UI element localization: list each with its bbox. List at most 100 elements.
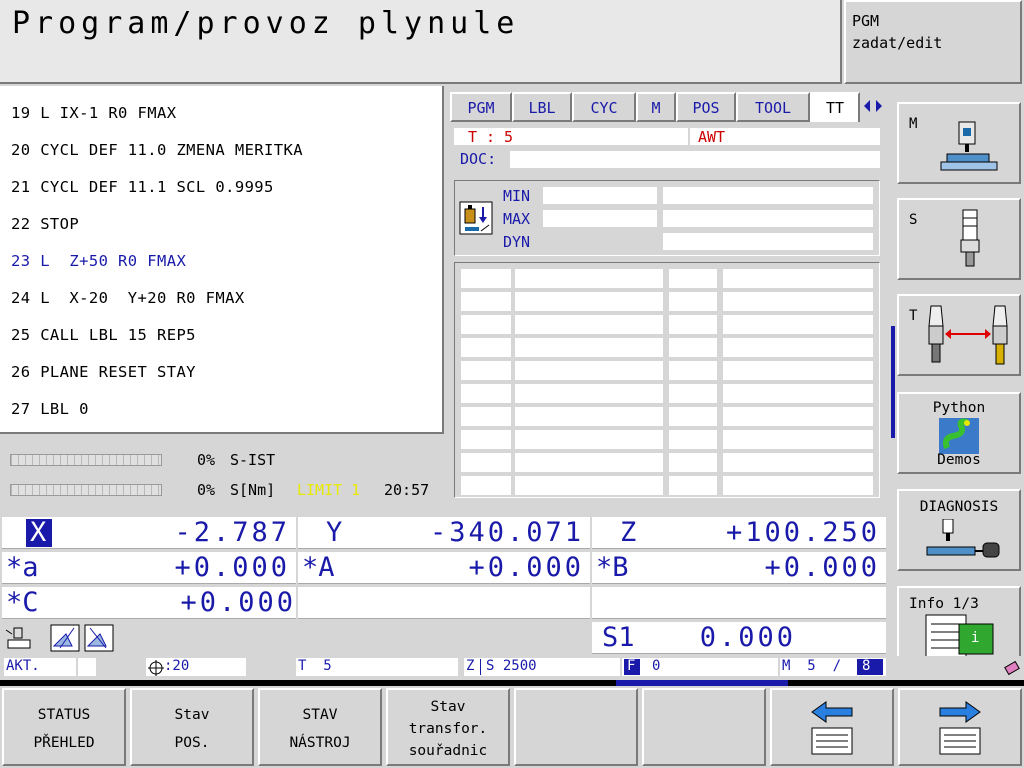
softkey-python-demos[interactable]: Python Demos xyxy=(897,392,1021,474)
softkey-status-tool[interactable]: STAV NÁSTROJ xyxy=(258,688,382,766)
spindle-s1: S1 0.000 xyxy=(592,622,886,654)
softkey-page-forward[interactable] xyxy=(898,688,1022,766)
s-nm-load-bar xyxy=(10,484,162,496)
table-cell xyxy=(461,269,511,288)
mode-line-2: zadat/edit xyxy=(852,34,943,52)
program-line-active[interactable]: 23 L Z+50 R0 FMAX xyxy=(11,252,186,270)
table-cell xyxy=(515,476,663,495)
position-display: X -2.787 Y -340.071 Z +100.250 *a +0.000… xyxy=(2,516,886,656)
program-line[interactable]: 25 CALL LBL 15 REP5 xyxy=(11,326,196,344)
s-ist-label: S-IST xyxy=(230,451,276,469)
axis-x: X -2.787 xyxy=(2,517,296,549)
mode-indicator[interactable]: PGM zadat/edit xyxy=(844,0,1022,84)
tab-pos[interactable]: POS xyxy=(676,92,736,122)
program-line[interactable]: 20 CYCL DEF 11.0 ZMENA MERITKA xyxy=(11,141,303,159)
table-cell xyxy=(461,292,511,311)
tilt-plane-icon xyxy=(50,624,80,652)
table-cell xyxy=(723,315,873,334)
softkey-empty-1[interactable] xyxy=(514,688,638,766)
tab-scroll-arrows-icon[interactable] xyxy=(862,98,884,114)
table-cell xyxy=(669,476,717,495)
machine-status-icon xyxy=(5,627,31,649)
table-cell xyxy=(723,269,873,288)
axis-a-value: +0.000 xyxy=(468,552,584,583)
table-cell xyxy=(515,315,663,334)
max-label: MAX xyxy=(503,210,531,228)
dyn-label: DYN xyxy=(503,233,531,251)
softkey-diagnosis[interactable]: DIAGNOSIS xyxy=(897,489,1021,571)
tool-axis: Z xyxy=(466,658,475,674)
softkey-s[interactable]: S xyxy=(897,198,1021,280)
tab-cyc[interactable]: CYC xyxy=(572,92,636,122)
table-cell xyxy=(669,315,717,334)
table-cell xyxy=(723,361,873,380)
diagnosis-label: DIAGNOSIS xyxy=(919,499,999,515)
info-label: Info 1/3 xyxy=(909,596,979,612)
softkey-status-transform[interactable]: Stav transfor. souřadnic xyxy=(386,688,510,766)
softkey-status-line2: PŘEHLED xyxy=(33,735,95,751)
page-forward-icon xyxy=(939,701,981,755)
axis-x-value: -2.787 xyxy=(174,517,290,548)
python-label: Python xyxy=(932,400,986,416)
program-line[interactable]: 22 STOP xyxy=(11,215,79,233)
tab-tool[interactable]: TOOL xyxy=(736,92,810,122)
softkey-s-label: S xyxy=(909,212,918,228)
program-line[interactable]: 26 PLANE RESET STAY xyxy=(11,363,196,381)
measurement-table xyxy=(454,262,880,498)
table-cell xyxy=(461,361,511,380)
axis-x-name: X xyxy=(30,517,47,548)
softkey-transform-line1: Stav xyxy=(430,699,466,715)
softkey-transform-line2: transfor. xyxy=(408,721,488,737)
softkey-pos-line2: POS. xyxy=(174,735,210,751)
table-cell xyxy=(461,315,511,334)
table-cell xyxy=(723,476,873,495)
table-cell xyxy=(669,338,717,357)
program-line[interactable]: 24 L X-20 Y+20 R0 FMAX xyxy=(11,289,245,307)
tool-change-icon xyxy=(928,305,1008,365)
network-status-icon xyxy=(1004,660,1020,676)
datum-icon xyxy=(148,660,164,676)
page-back-icon xyxy=(811,701,853,755)
table-cell xyxy=(669,453,717,472)
table-cell xyxy=(669,407,717,426)
axis-a-small: *a +0.000 xyxy=(2,552,296,584)
table-cell xyxy=(669,361,717,380)
datum-number: :20 xyxy=(164,658,190,674)
softkey-empty-2[interactable] xyxy=(642,688,766,766)
program-line[interactable]: 21 CYCL DEF 11.1 SCL 0.9995 xyxy=(11,178,274,196)
table-cell xyxy=(515,430,663,449)
table-cell xyxy=(515,407,663,426)
machine-table-icon xyxy=(940,121,998,171)
program-line[interactable]: 19 L IX-1 R0 FMAX xyxy=(11,104,176,122)
limit-label: LIMIT 1 xyxy=(297,481,361,499)
axis-y-name: Y xyxy=(326,517,343,548)
softkey-t-label: T xyxy=(909,308,918,324)
softkey-m[interactable]: M xyxy=(897,102,1021,184)
table-cell xyxy=(461,338,511,357)
active-tool: T 5 xyxy=(298,658,332,674)
tab-lbl[interactable]: LBL xyxy=(512,92,572,122)
tool-info-box: T : 5 AWT DOC: xyxy=(450,124,884,174)
tab-tt[interactable]: TT xyxy=(810,92,860,122)
softkey-tool-line2: NÁSTROJ xyxy=(289,735,351,751)
table-cell xyxy=(461,430,511,449)
axis-b-name: *B xyxy=(596,552,629,583)
softkey-t[interactable]: T xyxy=(897,294,1021,376)
spindle-s1-value: 0.000 xyxy=(699,622,796,653)
softkey-page-indicator xyxy=(891,326,895,438)
softkey-tool-line1: STAV xyxy=(302,707,338,723)
softkey-status-overview[interactable]: STATUS PŘEHLED xyxy=(2,688,126,766)
title-bar: Program/provoz plynule xyxy=(0,0,842,84)
table-cell xyxy=(515,338,663,357)
program-line[interactable]: 27 LBL 0 xyxy=(11,400,89,418)
tool-measure-box: MIN MAX DYN xyxy=(454,180,880,256)
softkey-status-pos[interactable]: Stav POS. xyxy=(130,688,254,766)
program-listing[interactable]: 19 L IX-1 R0 FMAX 20 CYCL DEF 11.0 ZMENA… xyxy=(0,86,444,434)
clock: 20:57 xyxy=(384,481,430,499)
tab-m[interactable]: M xyxy=(636,92,676,122)
s-ist-load-bar xyxy=(10,454,162,466)
spindle-speed: S 2500 xyxy=(486,658,537,674)
table-cell xyxy=(723,430,873,449)
tab-pgm[interactable]: PGM xyxy=(450,92,512,122)
softkey-page-back[interactable] xyxy=(770,688,894,766)
